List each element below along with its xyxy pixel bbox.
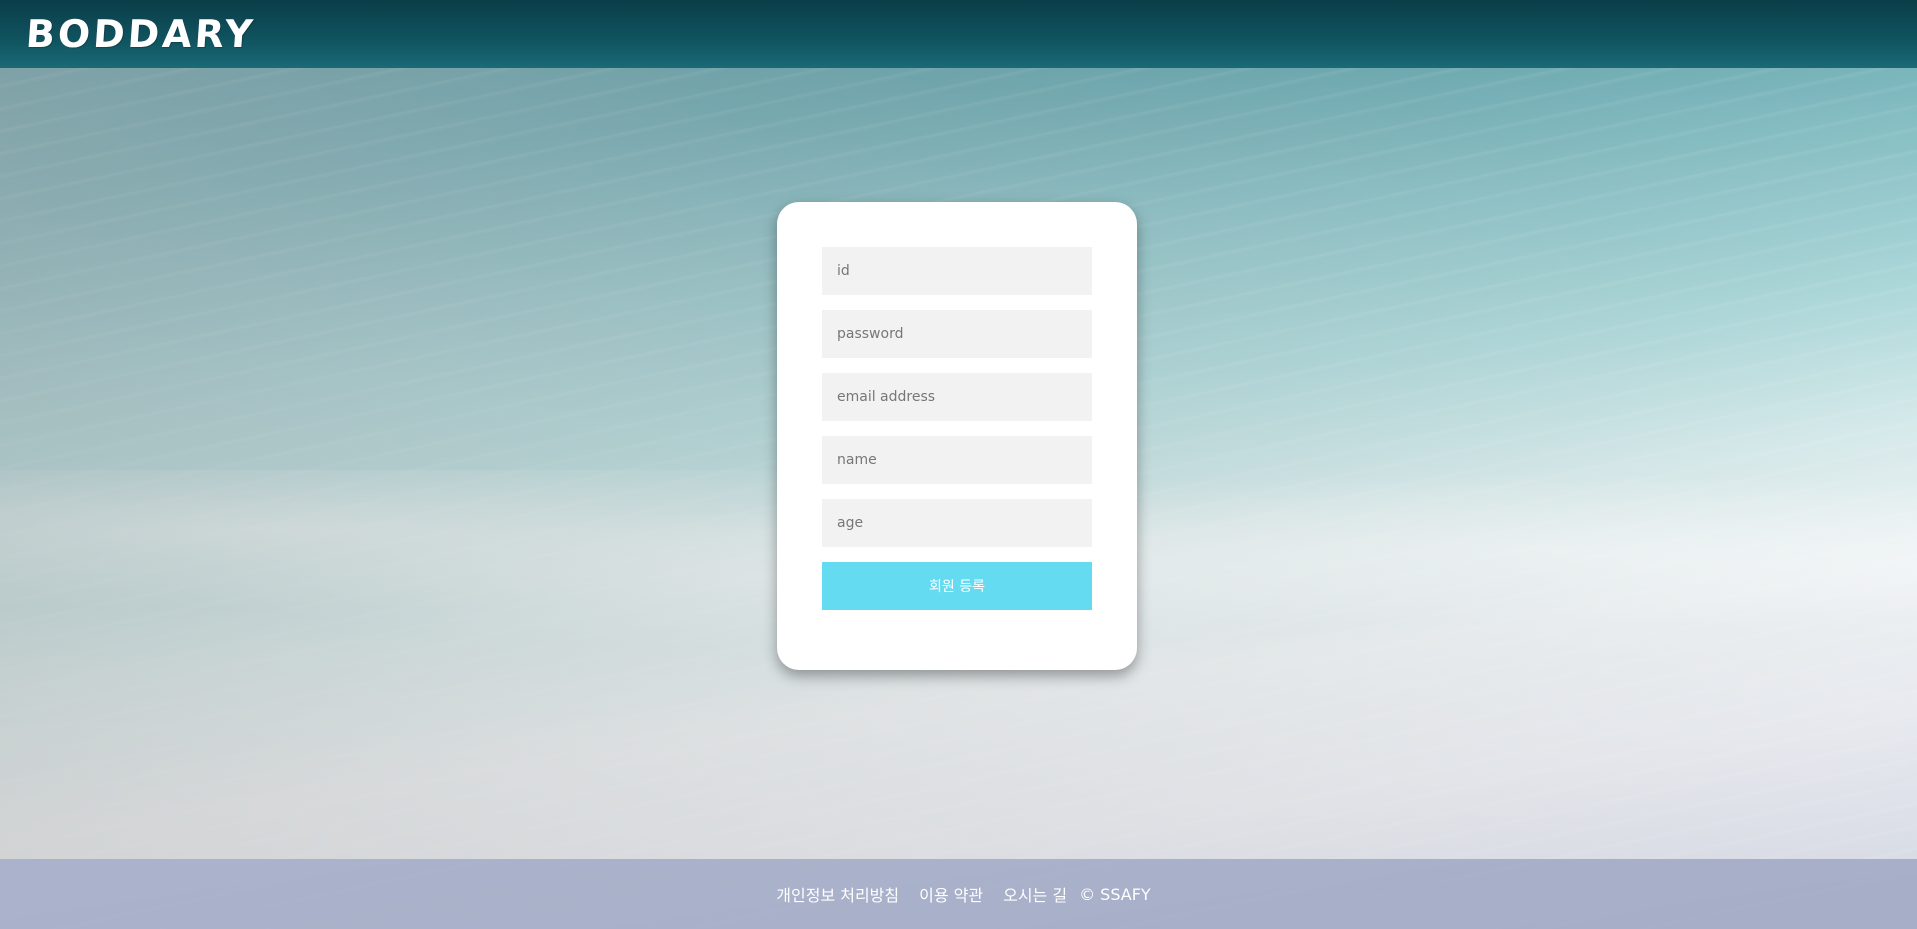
name-input[interactable] xyxy=(822,436,1092,484)
page-root: BODDARY 회원 등록 개인정보 처리방침 이용 약관 오시는 길 © SS… xyxy=(0,0,1917,929)
site-logo[interactable]: BODDARY xyxy=(24,12,257,56)
top-header: BODDARY xyxy=(0,0,1917,68)
site-footer: 개인정보 처리방침 이용 약관 오시는 길 © SSAFY xyxy=(0,859,1917,929)
footer-links: 개인정보 처리방침 이용 약관 오시는 길 © SSAFY xyxy=(766,882,1150,906)
id-input[interactable] xyxy=(822,247,1092,295)
password-input[interactable] xyxy=(822,310,1092,358)
footer-link-terms[interactable]: 이용 약관 xyxy=(919,882,983,906)
footer-link-privacy[interactable]: 개인정보 처리방침 xyxy=(776,882,899,906)
email-input[interactable] xyxy=(822,373,1092,421)
footer-link-directions[interactable]: 오시는 길 xyxy=(1003,882,1067,906)
footer-copyright: © SSAFY xyxy=(1079,884,1151,904)
signup-card: 회원 등록 xyxy=(777,202,1137,670)
register-button[interactable]: 회원 등록 xyxy=(822,562,1092,610)
age-input[interactable] xyxy=(822,499,1092,547)
